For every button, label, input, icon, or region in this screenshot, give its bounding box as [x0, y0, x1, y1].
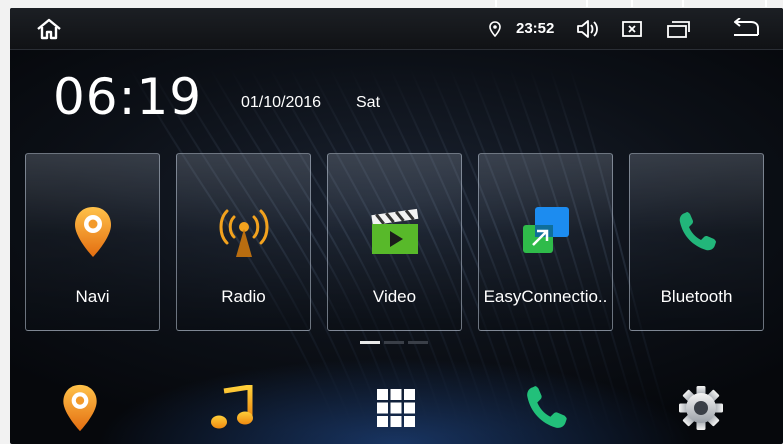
back-icon[interactable] [730, 16, 764, 42]
app-label: Radio [221, 287, 266, 306]
recent-apps-icon[interactable] [665, 16, 691, 42]
gear-icon [679, 386, 723, 430]
clock-time: 06:19 [53, 68, 203, 126]
status-tick [682, 0, 684, 7]
home-icon[interactable] [34, 16, 64, 42]
status-time: 23:52 [516, 20, 555, 37]
close-app-icon[interactable] [620, 16, 644, 42]
navigation-pin-icon [63, 384, 97, 432]
navigation-pin-icon [26, 202, 159, 262]
dock-music-button[interactable] [204, 380, 260, 436]
phone-icon [527, 386, 567, 428]
page-indicator-2 [384, 341, 404, 344]
clock-date: 01/10/2016 [241, 94, 322, 111]
dock-bar [10, 368, 783, 444]
video-clapper-icon [328, 202, 461, 262]
page-indicator-1 [360, 341, 380, 344]
page-indicator-3 [408, 341, 428, 344]
dock-navigation-button[interactable] [52, 380, 108, 436]
easy-connection-icon [479, 202, 612, 262]
app-tile-video[interactable]: Video [327, 153, 462, 331]
status-tick [765, 0, 767, 7]
app-label: Navi [75, 287, 110, 306]
app-label: Bluetooth [660, 287, 733, 306]
dock-phone-button[interactable] [518, 380, 574, 436]
dock-all-apps-button[interactable] [368, 380, 424, 436]
status-tick [586, 0, 588, 7]
app-label: EasyConnectio.. [483, 287, 608, 306]
status-tick [631, 0, 633, 7]
app-label: Video [372, 287, 417, 306]
status-bar: 23:52 [10, 8, 783, 50]
clock-weekday: Sat [356, 94, 381, 111]
status-tick [495, 0, 497, 7]
radio-antenna-icon [177, 202, 310, 262]
app-tile-bluetooth[interactable]: Bluetooth [629, 153, 764, 331]
app-tile-easyconnection[interactable]: EasyConnectio.. [478, 153, 613, 331]
location-pin-icon [488, 16, 502, 42]
app-tile-navi[interactable]: Navi [25, 153, 160, 331]
volume-icon[interactable] [575, 16, 601, 42]
phone-icon [630, 202, 763, 262]
app-tile-radio[interactable]: Radio [176, 153, 311, 331]
app-grid-icon [377, 389, 415, 427]
head-unit-screen: 23:52 06:19 01/10/2016 Sat Navi Radio Vi… [10, 8, 783, 444]
dock-settings-button[interactable] [673, 380, 729, 436]
music-note-icon [211, 385, 253, 429]
